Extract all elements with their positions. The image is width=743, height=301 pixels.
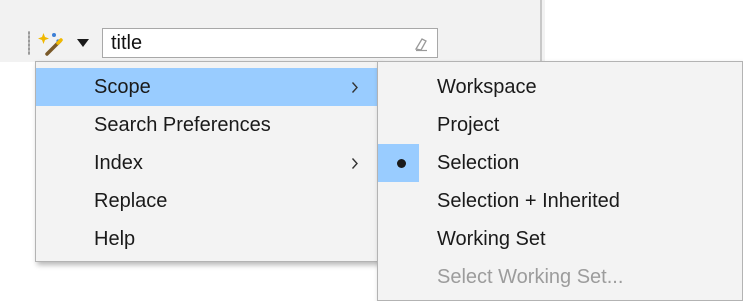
scope-item-workspace[interactable]: Workspace <box>378 68 742 106</box>
chevron-right-icon <box>351 82 358 93</box>
toolbar-grip-icon[interactable] <box>28 31 30 55</box>
eraser-icon[interactable] <box>413 36 429 52</box>
dropdown-arrow-icon[interactable] <box>76 38 90 48</box>
menu-item-label: Scope <box>94 76 151 98</box>
scope-item-label: Workspace <box>437 76 537 98</box>
scope-item-label: Project <box>437 114 500 136</box>
menu-item-label: Index <box>94 152 143 174</box>
scope-item-label: Working Set <box>437 228 546 250</box>
chevron-right-icon <box>351 158 358 169</box>
radio-selected-icon <box>397 159 406 168</box>
scope-item-label: Selection + Inherited <box>437 190 620 212</box>
menu-item-scope[interactable]: Scope <box>36 68 379 106</box>
scope-item-selection-inherited[interactable]: Selection + Inherited <box>378 182 742 220</box>
search-box[interactable] <box>102 28 438 58</box>
menu-item-help[interactable]: Help <box>36 220 379 258</box>
scope-item-label: Select Working Set... <box>437 266 624 288</box>
scope-item-select-working-set: Select Working Set... <box>378 258 742 296</box>
menu-item-index[interactable]: Index <box>36 144 379 182</box>
magic-wand-icon[interactable] <box>36 29 66 59</box>
scope-item-selection[interactable]: Selection <box>378 144 742 182</box>
scope-submenu: Workspace Project Selection Selection + … <box>377 61 743 301</box>
menu-item-label: Help <box>94 228 136 250</box>
search-input[interactable] <box>111 31 401 55</box>
menu-item-search-preferences[interactable]: Search Preferences <box>36 106 379 144</box>
scope-item-working-set[interactable]: Working Set <box>378 220 742 258</box>
toolbar-divider <box>540 0 542 62</box>
scope-item-project[interactable]: Project <box>378 106 742 144</box>
menu-item-replace[interactable]: Replace <box>36 182 379 220</box>
scope-item-label: Selection <box>437 152 520 174</box>
menu-item-label: Search Preferences <box>94 114 271 136</box>
menu-item-label: Replace <box>94 190 168 212</box>
search-options-menu: Scope Search Preferences Index Replace H… <box>35 61 380 262</box>
search-toolbar <box>0 0 545 62</box>
